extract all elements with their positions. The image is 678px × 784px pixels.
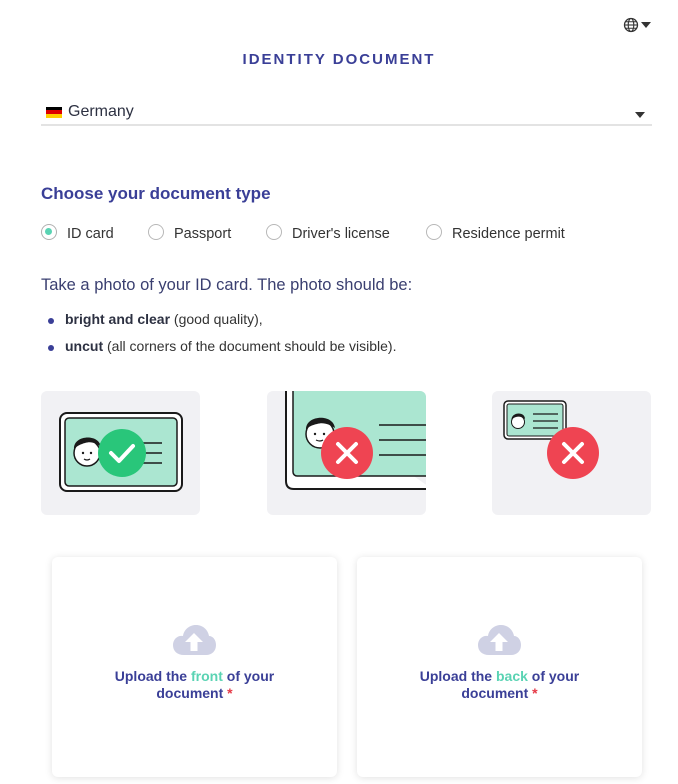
- requirement-text: (all corners of the document should be v…: [103, 338, 397, 354]
- radio-label: Driver's license: [292, 226, 390, 242]
- requirement-bold: uncut: [65, 338, 104, 354]
- page-title: IDENTITY DOCUMENT: [242, 51, 436, 68]
- list-item: uncut (all corners of the document shoul…: [48, 338, 396, 365]
- selected-country: Germany: [68, 103, 134, 120]
- checkmark-icon: [98, 429, 146, 477]
- radio-label: Passport: [174, 226, 232, 242]
- radio-button[interactable]: [426, 224, 442, 240]
- requirement-bold: bright and clear: [65, 311, 171, 327]
- radio-label: ID card: [67, 226, 114, 242]
- photo-instructions: Take a photo of your ID card. The photo …: [41, 276, 413, 294]
- requirements-list: bright and clear (good quality), uncut (…: [48, 311, 396, 365]
- id-card-illustration: [59, 412, 183, 492]
- example-cut-off: [267, 391, 426, 515]
- radio-passport[interactable]: Passport: [148, 222, 231, 242]
- radio-id-card[interactable]: ID card: [41, 222, 114, 242]
- country-select[interactable]: Germany: [41, 100, 652, 126]
- upload-back-dropzone[interactable]: Upload the back of your document *: [357, 557, 642, 777]
- radio-button-selected[interactable]: [41, 224, 57, 240]
- id-card-cut-illustration: [285, 391, 426, 490]
- required-asterisk: *: [227, 685, 233, 701]
- upload-back-label: Upload the back of your document *: [397, 668, 602, 702]
- upload-prefix: Upload the: [419, 668, 496, 684]
- example-correct: [41, 391, 200, 515]
- radio-button[interactable]: [148, 224, 164, 240]
- upload-prefix: Upload the: [114, 668, 191, 684]
- list-item: bright and clear (good quality),: [48, 311, 396, 338]
- globe-icon: [623, 17, 639, 33]
- document-type-options: ID card Passport Driver's license Reside…: [41, 222, 641, 244]
- required-asterisk: *: [532, 685, 538, 701]
- radio-residence-permit[interactable]: Residence permit: [426, 222, 565, 242]
- cloud-upload-icon: [478, 625, 521, 655]
- upload-front-label: Upload the front of your document *: [92, 668, 297, 702]
- upload-front-dropzone[interactable]: Upload the front of your document *: [52, 557, 337, 777]
- cross-icon: [321, 427, 373, 479]
- example-too-small: [492, 391, 651, 515]
- face-icon: [511, 413, 525, 429]
- language-switcher[interactable]: [623, 17, 651, 33]
- chevron-down-icon: [641, 22, 651, 28]
- caret-down-icon: [635, 112, 645, 118]
- radio-drivers-license[interactable]: Driver's license: [266, 222, 390, 242]
- document-type-heading: Choose your document type: [41, 184, 271, 203]
- upload-highlight: front: [191, 668, 223, 684]
- radio-label: Residence permit: [452, 226, 565, 242]
- flag-stripe-gold: [46, 113, 62, 118]
- upload-highlight: back: [495, 668, 528, 684]
- face-icon: [73, 437, 101, 467]
- germany-flag-icon: [46, 106, 62, 118]
- id-card-small-illustration: [503, 400, 599, 479]
- requirement-text: (good quality),: [170, 311, 263, 327]
- cross-icon: [547, 427, 599, 479]
- radio-button[interactable]: [266, 224, 282, 240]
- cloud-upload-icon: [173, 625, 216, 655]
